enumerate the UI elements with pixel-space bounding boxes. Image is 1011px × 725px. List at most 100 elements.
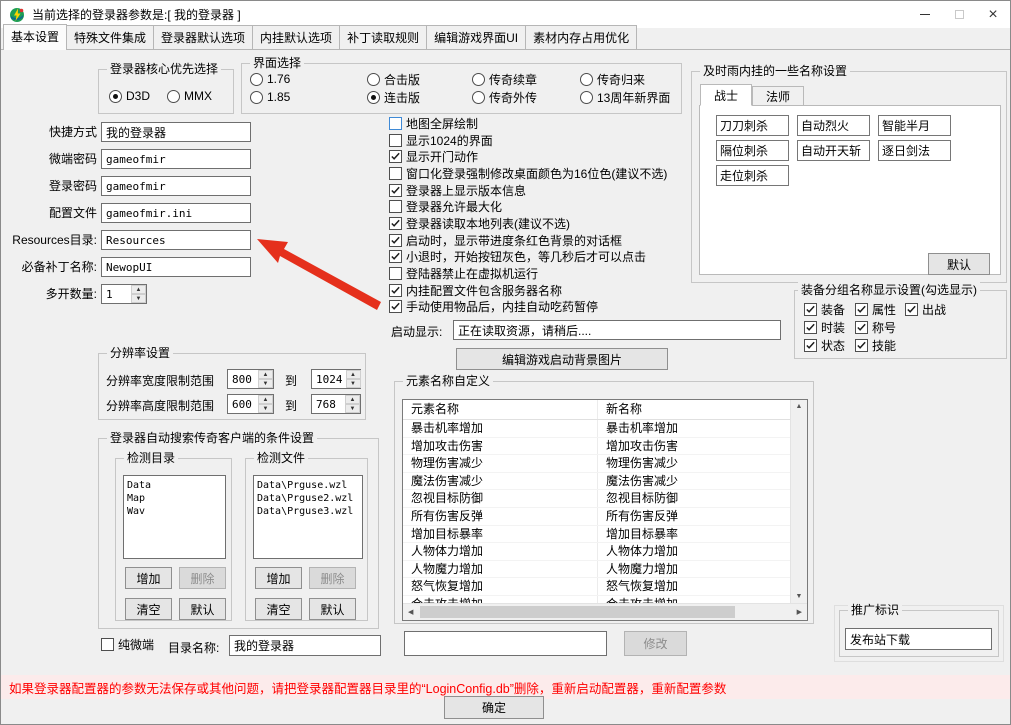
detect-file-default-button[interactable]: 默认 xyxy=(309,598,356,620)
skill-input-6[interactable] xyxy=(878,140,951,161)
skill-input-5[interactable] xyxy=(797,140,870,161)
table-row[interactable]: 人物魔力增加人物魔力增加 xyxy=(403,561,790,579)
table-row[interactable]: 忽视目标防御忽视目标防御 xyxy=(403,490,790,508)
rename-input[interactable] xyxy=(404,631,607,656)
patch-name-input[interactable] xyxy=(101,257,251,277)
table-row[interactable]: 暴击机率增加暴击机率增加 xyxy=(403,420,790,438)
spin-up-icon[interactable]: ▲ xyxy=(346,370,361,379)
interface-option-8[interactable]: 13周年新界面 xyxy=(580,89,670,105)
table-row[interactable]: 增加目标暴率增加目标暴率 xyxy=(403,526,790,544)
equip-checkbox-1-1[interactable]: 装备 xyxy=(804,302,845,317)
tab-2[interactable]: 特殊文件集成 xyxy=(66,25,154,49)
ok-button[interactable]: 确定 xyxy=(444,696,544,719)
skill-input-7[interactable] xyxy=(716,165,789,186)
interface-option-6[interactable]: 连击版 xyxy=(367,89,420,105)
multi-open-spinner[interactable]: 1▲▼ xyxy=(101,284,147,304)
list-item[interactable]: Map xyxy=(127,492,222,505)
spin-down-icon[interactable]: ▼ xyxy=(258,379,273,388)
tab-4[interactable]: 内挂默认选项 xyxy=(252,25,340,49)
equip-checkbox-1-3[interactable]: 出战 xyxy=(905,302,946,317)
option-checkbox-9[interactable]: 小退时，开始按钮灰色，等几秒后才可以点击 xyxy=(389,249,646,264)
equip-checkbox-2-2[interactable]: 称号 xyxy=(855,320,896,335)
plugin-tab-1[interactable]: 战士 xyxy=(700,84,752,106)
table-row[interactable]: 物理伤害减少物理伤害减少 xyxy=(403,455,790,473)
list-item[interactable]: Data xyxy=(127,479,222,492)
detect-dir-clear-button[interactable]: 清空 xyxy=(125,598,172,620)
spin-down-icon[interactable]: ▼ xyxy=(346,379,361,388)
skill-input-2[interactable] xyxy=(797,115,870,136)
option-checkbox-1[interactable]: 地图全屏绘制 xyxy=(389,116,478,131)
detect-dir-add-button[interactable]: 增加 xyxy=(125,567,172,589)
tab-7[interactable]: 素材内存占用优化 xyxy=(525,25,637,49)
interface-option-1[interactable]: 1.76 xyxy=(250,71,290,87)
resources-dir-input[interactable] xyxy=(101,230,251,250)
spin-down-icon[interactable]: ▼ xyxy=(345,404,360,413)
list-item[interactable]: Data\Prguse3.wzl xyxy=(257,505,359,518)
maximize-button[interactable] xyxy=(942,1,976,28)
equip-checkbox-3-2[interactable]: 技能 xyxy=(855,338,896,353)
interface-option-3[interactable]: 传奇续章 xyxy=(472,71,537,87)
tab-1[interactable]: 基本设置 xyxy=(3,24,67,50)
tab-3[interactable]: 登录器默认选项 xyxy=(153,25,253,49)
pure-micro-checkbox[interactable]: 纯微端 xyxy=(101,637,154,652)
detect-file-clear-button[interactable]: 清空 xyxy=(255,598,302,620)
interface-option-7[interactable]: 传奇外传 xyxy=(472,89,537,105)
table-row[interactable]: 怒气恢复增加怒气恢复增加 xyxy=(403,578,790,596)
tab-6[interactable]: 编辑游戏界面UI xyxy=(426,25,526,49)
table-row[interactable]: 魔法伤害减少魔法伤害减少 xyxy=(403,473,790,491)
table-row[interactable]: 所有伤害反弹所有伤害反弹 xyxy=(403,508,790,526)
option-checkbox-7[interactable]: 登录器读取本地列表(建议不选) xyxy=(389,216,570,231)
res-height-min-spinner[interactable]: 600▲▼ xyxy=(227,394,274,414)
option-checkbox-4[interactable]: 窗口化登录强制修改桌面颜色为16位色(建议不选) xyxy=(389,166,667,181)
detect-dir-listbox[interactable]: DataMapWav xyxy=(123,475,226,559)
vertical-scrollbar[interactable]: ▲ ▼ xyxy=(790,400,807,603)
micro-password-input[interactable] xyxy=(101,149,251,169)
spin-up-icon[interactable]: ▲ xyxy=(131,285,146,294)
plugin-default-button[interactable]: 默认 xyxy=(928,253,990,275)
res-width-max-spinner[interactable]: 1024▲▼ xyxy=(311,369,361,389)
res-width-min-spinner[interactable]: 800▲▼ xyxy=(227,369,274,389)
skill-input-4[interactable] xyxy=(716,140,789,161)
spin-up-icon[interactable]: ▲ xyxy=(345,395,360,404)
list-item[interactable]: Wav xyxy=(127,505,222,518)
scrollbar-thumb[interactable] xyxy=(420,606,735,618)
spin-up-icon[interactable]: ▲ xyxy=(258,370,273,379)
list-item[interactable]: Data\Prguse.wzl xyxy=(257,479,359,492)
option-checkbox-6[interactable]: 登录器允许最大化 xyxy=(389,199,502,214)
core-option-2[interactable]: MMX xyxy=(167,88,212,104)
option-checkbox-11[interactable]: 内挂配置文件包含服务器名称 xyxy=(389,283,562,298)
startup-display-input[interactable] xyxy=(453,320,781,340)
login-password-input[interactable] xyxy=(101,176,251,196)
minimize-button[interactable] xyxy=(908,1,942,28)
tab-5[interactable]: 补丁读取规则 xyxy=(339,25,427,49)
detect-file-listbox[interactable]: Data\Prguse.wzlData\Prguse2.wzlData\Prgu… xyxy=(253,475,363,559)
option-checkbox-10[interactable]: 登陆器禁止在虚拟机运行 xyxy=(389,266,538,281)
interface-option-2[interactable]: 合击版 xyxy=(367,71,420,87)
skill-input-1[interactable] xyxy=(716,115,789,136)
table-row[interactable]: 增加攻击伤害增加攻击伤害 xyxy=(403,438,790,456)
res-height-max-spinner[interactable]: 768▲▼ xyxy=(311,394,361,414)
plugin-tab-2[interactable]: 法师 xyxy=(752,86,804,106)
detect-dir-default-button[interactable]: 默认 xyxy=(179,598,226,620)
skill-input-3[interactable] xyxy=(878,115,951,136)
shortcut-input[interactable] xyxy=(101,122,251,142)
equip-checkbox-3-1[interactable]: 状态 xyxy=(804,338,845,353)
option-checkbox-8[interactable]: 启动时，显示带进度条红色背景的对话框 xyxy=(389,233,622,248)
option-checkbox-12[interactable]: 手动使用物品后，内挂自动吃药暂停 xyxy=(389,299,598,314)
spin-up-icon[interactable]: ▲ xyxy=(258,395,273,404)
table-row[interactable]: 人物体力增加人物体力增加 xyxy=(403,543,790,561)
horizontal-scrollbar[interactable]: ◀ ▶ xyxy=(403,603,807,620)
spin-down-icon[interactable]: ▼ xyxy=(258,404,273,413)
close-button[interactable]: × xyxy=(976,1,1010,28)
equip-checkbox-1-2[interactable]: 属性 xyxy=(855,302,896,317)
spin-down-icon[interactable]: ▼ xyxy=(131,294,146,303)
detect-file-add-button[interactable]: 增加 xyxy=(255,567,302,589)
option-checkbox-2[interactable]: 显示1024的界面 xyxy=(389,133,493,148)
core-option-1[interactable]: D3D xyxy=(109,88,150,104)
dir-name-input[interactable] xyxy=(229,635,381,656)
config-file-input[interactable] xyxy=(101,203,251,223)
list-item[interactable]: Data\Prguse2.wzl xyxy=(257,492,359,505)
interface-option-5[interactable]: 1.85 xyxy=(250,89,290,105)
option-checkbox-5[interactable]: 登录器上显示版本信息 xyxy=(389,183,526,198)
interface-option-4[interactable]: 传奇归来 xyxy=(580,71,645,87)
